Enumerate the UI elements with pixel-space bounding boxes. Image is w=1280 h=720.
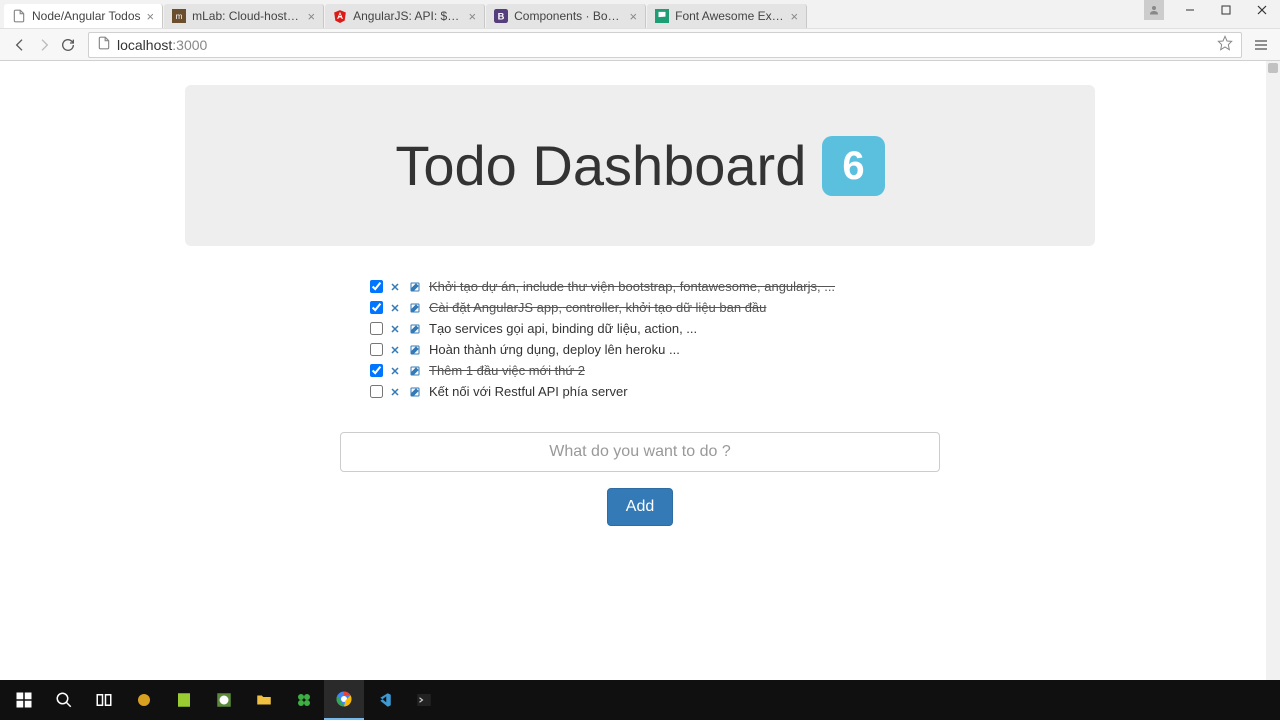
todo-checkbox[interactable] [370,364,383,377]
todo-item: Kết nối với Restful API phía server [370,381,910,402]
tab-favicon-icon [12,9,26,23]
todo-text: Cài đặt AngularJS app, controller, khởi … [429,300,766,315]
page-title: Todo Dashboard 6 [395,133,884,198]
app-icon-notepad[interactable] [164,680,204,720]
edit-icon[interactable] [409,364,423,378]
tab-favicon-icon: B [494,9,508,23]
tab-close-icon[interactable]: × [630,10,638,23]
tab-title: Node/Angular Todos [32,9,141,23]
tab-close-icon[interactable]: × [791,10,799,23]
add-button[interactable]: Add [607,488,673,526]
todo-text: Tạo services gọi api, binding dữ liệu, a… [429,321,697,336]
todo-checkbox[interactable] [370,343,383,356]
search-icon[interactable] [44,680,84,720]
new-todo-input[interactable] [340,432,940,472]
todo-checkbox[interactable] [370,280,383,293]
count-badge: 6 [822,136,884,196]
hamburger-menu-icon[interactable] [1250,34,1272,56]
app-icon-terminal[interactable] [404,680,444,720]
input-row [340,432,940,472]
app-icon-camtasia[interactable] [204,680,244,720]
delete-icon[interactable] [389,343,403,357]
browser-tab[interactable]: Font Awesome Examples × [647,4,807,28]
edit-icon[interactable] [409,322,423,336]
app-icon-chrome[interactable] [324,680,364,720]
window-controls [1144,0,1280,20]
browser-chrome: Node/Angular Todos × m mLab: Cloud-hosted M… [0,0,1280,61]
todo-text: Hoàn thành ứng dụng, deploy lên heroku .… [429,342,680,357]
tab-strip: Node/Angular Todos × m mLab: Cloud-hosted M… [0,0,1280,28]
address-port: :3000 [172,37,207,53]
taskbar [0,680,1280,720]
tab-favicon-icon [333,9,347,23]
tab-favicon-icon [655,9,669,23]
tab-close-icon[interactable]: × [469,10,477,23]
delete-icon[interactable] [389,385,403,399]
task-view-icon[interactable] [84,680,124,720]
todo-text: Thêm 1 đầu việc mới thứ 2 [429,363,585,378]
svg-text:B: B [498,12,505,22]
browser-tab[interactable]: m mLab: Cloud-hosted Mon × [164,4,324,28]
tab-close-icon[interactable]: × [147,10,155,23]
maximize-button[interactable] [1208,0,1244,20]
todo-list: Khởi tạo dự án, include thư viện bootstr… [370,276,910,402]
tab-title: mLab: Cloud-hosted Mon [192,9,301,23]
scrollbar-thumb[interactable] [1268,63,1278,73]
minimize-button[interactable] [1172,0,1208,20]
app-icon-folder[interactable] [244,680,284,720]
delete-icon[interactable] [389,301,403,315]
jumbotron: Todo Dashboard 6 [185,85,1095,246]
todo-item: Cài đặt AngularJS app, controller, khởi … [370,297,910,318]
app-icon-1[interactable] [124,680,164,720]
tab-title: Components · Bootstrap [514,9,623,23]
todo-checkbox[interactable] [370,322,383,335]
page-viewport: Todo Dashboard 6 Khởi tạo dự án, include… [0,61,1280,681]
delete-icon[interactable] [389,364,403,378]
todo-item: Hoàn thành ứng dụng, deploy lên heroku .… [370,339,910,360]
todo-checkbox[interactable] [370,385,383,398]
back-button[interactable] [8,33,32,57]
tab-close-icon[interactable]: × [308,10,316,23]
edit-icon[interactable] [409,385,423,399]
todo-checkbox[interactable] [370,301,383,314]
app-icon-vscode[interactable] [364,680,404,720]
start-button[interactable] [4,680,44,720]
address-bar[interactable]: localhost:3000 [88,32,1242,58]
todo-item: Thêm 1 đầu việc mới thứ 2 [370,360,910,381]
close-window-button[interactable] [1244,0,1280,20]
browser-tab[interactable]: Node/Angular Todos × [4,4,163,28]
title-text: Todo Dashboard [395,133,806,198]
browser-tab[interactable]: AngularJS: API: $http × [325,4,485,28]
todo-item: Khởi tạo dự án, include thư viện bootstr… [370,276,910,297]
reload-button[interactable] [56,33,80,57]
nav-bar: localhost:3000 [0,28,1280,60]
browser-tab[interactable]: B Components · Bootstrap × [486,4,646,28]
scrollbar-track[interactable] [1266,61,1280,681]
todo-text: Khởi tạo dự án, include thư viện bootstr… [429,279,835,294]
edit-icon[interactable] [409,280,423,294]
bookmark-star-icon[interactable] [1217,35,1233,54]
main-container: Todo Dashboard 6 Khởi tạo dự án, include… [185,61,1095,526]
page-icon [97,36,111,53]
user-avatar-icon[interactable] [1144,0,1164,20]
tab-title: AngularJS: API: $http [353,9,462,23]
add-row: Add [185,488,1095,526]
tab-favicon-icon: m [172,9,186,23]
app-icon-clover[interactable] [284,680,324,720]
todo-item: Tạo services gọi api, binding dữ liệu, a… [370,318,910,339]
todo-text: Kết nối với Restful API phía server [429,384,628,399]
delete-icon[interactable] [389,322,403,336]
tab-title: Font Awesome Examples [675,9,784,23]
edit-icon[interactable] [409,301,423,315]
forward-button[interactable] [32,33,56,57]
delete-icon[interactable] [389,280,403,294]
address-host: localhost [117,37,172,53]
svg-text:m: m [176,12,183,21]
edit-icon[interactable] [409,343,423,357]
